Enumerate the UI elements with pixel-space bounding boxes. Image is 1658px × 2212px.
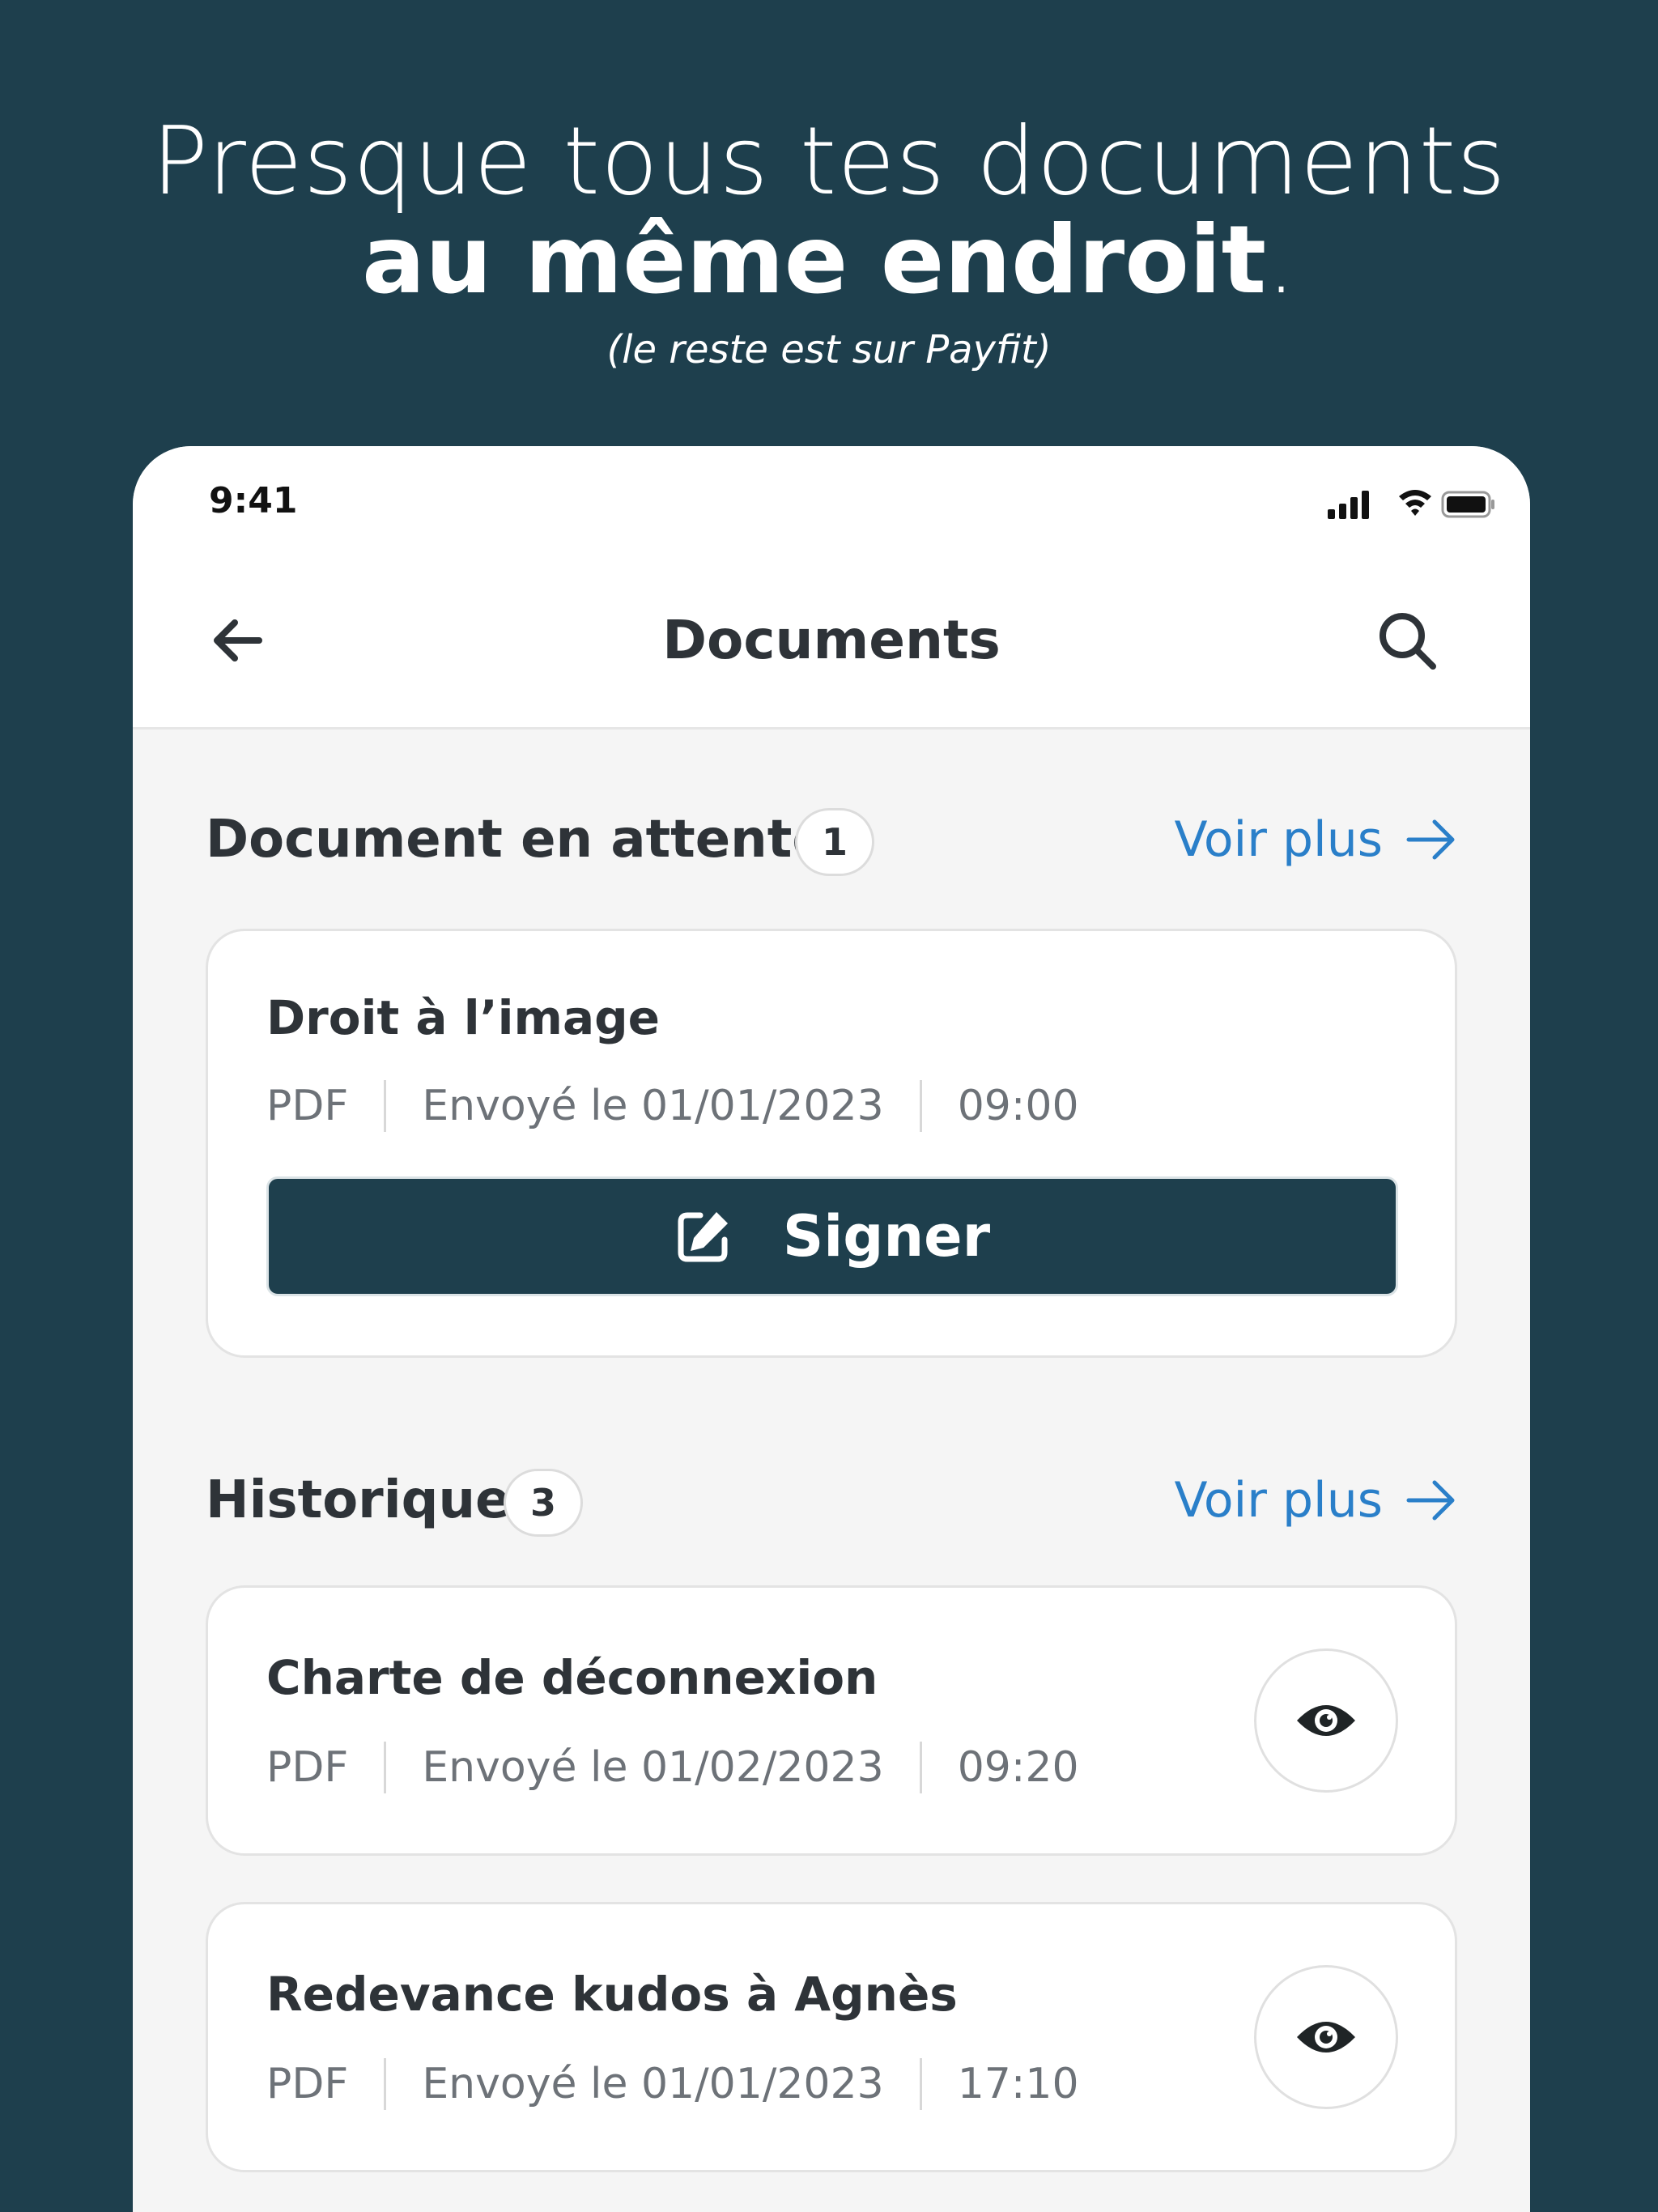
eye-icon — [1297, 1705, 1355, 1736]
search-button[interactable] — [1373, 606, 1443, 676]
wifi-icon — [1399, 490, 1431, 516]
history-count-badge: 3 — [504, 1469, 583, 1537]
hero-banner: Presque tous tes documents au même endro… — [0, 0, 1658, 421]
view-document-button[interactable] — [1254, 1648, 1398, 1793]
document-type: PDF — [266, 1743, 349, 1792]
history-document-card[interactable]: Redevance kudos à Agnès PDF Envoyé le 01… — [206, 1902, 1457, 2172]
meta-divider — [919, 1742, 922, 1793]
pending-see-more-link[interactable]: Voir plus — [1174, 803, 1457, 876]
pending-section-title: Document en attente — [206, 810, 827, 870]
eye-icon — [1297, 2022, 1355, 2052]
edit-square-icon — [678, 1212, 728, 1262]
sign-button[interactable]: Signer — [266, 1176, 1398, 1296]
meta-divider — [384, 2058, 387, 2110]
view-document-button[interactable] — [1254, 1965, 1398, 2109]
history-section-title: Historique — [206, 1470, 511, 1530]
page-title: Documents — [662, 609, 1001, 671]
search-icon — [1380, 613, 1436, 670]
document-sent-date: Envoyé le 01/02/2023 — [422, 1743, 884, 1792]
document-type: PDF — [266, 1082, 349, 1130]
pending-section-header: Document en attente 1 Voir plus — [206, 803, 1457, 876]
document-meta: PDF Envoyé le 01/02/2023 09:20 — [266, 1739, 1079, 1796]
document-sent-time: 09:20 — [957, 1743, 1079, 1792]
hero-title-line2: au même endroit. — [0, 204, 1658, 317]
hero-title-dot: . — [1266, 206, 1296, 315]
document-sent-time: 09:00 — [957, 1082, 1079, 1130]
document-sent-date: Envoyé le 01/01/2023 — [422, 1082, 884, 1130]
status-time: 9:41 — [209, 480, 298, 521]
hero-title-line1: Presque tous tes documents — [151, 107, 1507, 216]
meta-divider — [384, 1742, 387, 1793]
meta-divider — [919, 2058, 922, 2110]
pending-count-badge: 1 — [795, 808, 874, 876]
document-meta: PDF Envoyé le 01/01/2023 09:00 — [266, 1078, 1079, 1134]
document-title: Charte de déconnexion — [266, 1650, 878, 1705]
cellular-signal-icon — [1328, 491, 1369, 519]
meta-divider — [384, 1080, 387, 1132]
arrow-right-icon — [1406, 819, 1455, 860]
meta-divider — [919, 1080, 922, 1132]
document-sent-date: Envoyé le 01/01/2023 — [422, 2060, 884, 2108]
status-icons — [1328, 488, 1494, 521]
battery-icon — [1441, 491, 1494, 518]
pending-document-card[interactable]: Droit à l’image PDF Envoyé le 01/01/2023… — [206, 929, 1457, 1358]
document-title: Redevance kudos à Agnès — [266, 1967, 958, 2022]
document-meta: PDF Envoyé le 01/01/2023 17:10 — [266, 2056, 1079, 2112]
history-section-header: Historique 3 Voir plus — [206, 1464, 1457, 1537]
app-header: 9:41 Documents — [133, 446, 1530, 730]
hero-title-bold: au même endroit — [362, 206, 1267, 315]
pending-see-more-label: Voir plus — [1174, 811, 1383, 868]
history-see-more-label: Voir plus — [1174, 1472, 1383, 1529]
document-sent-time: 17:10 — [957, 2060, 1079, 2108]
phone-screen: 9:41 Documents Document en attente 1 Voi… — [133, 446, 1530, 2212]
history-see-more-link[interactable]: Voir plus — [1174, 1464, 1457, 1537]
document-title: Droit à l’image — [266, 990, 660, 1045]
document-type: PDF — [266, 2060, 349, 2108]
history-document-card[interactable]: Charte de déconnexion PDF Envoyé le 01/0… — [206, 1585, 1457, 1856]
arrow-right-icon — [1406, 1480, 1455, 1521]
sign-button-label: Signer — [782, 1203, 991, 1270]
hero-subtitle: (le reste est sur Payfit) — [606, 327, 1052, 372]
